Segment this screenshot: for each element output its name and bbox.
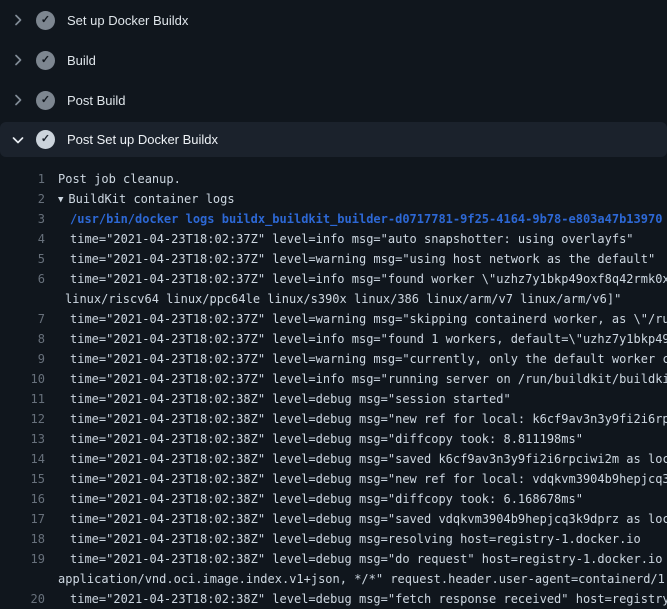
step-label: Build — [67, 53, 96, 68]
check-circle-icon: ✓ — [36, 51, 55, 70]
log-text: time="2021-04-23T18:02:37Z" level=info m… — [45, 369, 667, 389]
step-label: Post Build — [67, 93, 126, 108]
log-text: time="2021-04-23T18:02:38Z" level=debug … — [45, 509, 667, 529]
log-text: time="2021-04-23T18:02:38Z" level=debug … — [45, 489, 667, 509]
step-header[interactable]: ✓ Build — [0, 40, 667, 80]
line-number[interactable]: 11 — [0, 389, 45, 409]
log-row: 19 time="2021-04-23T18:02:38Z" level=deb… — [0, 549, 667, 569]
log-row: 16 time="2021-04-23T18:02:38Z" level=deb… — [0, 489, 667, 509]
log-text: time="2021-04-23T18:02:37Z" level=warnin… — [45, 309, 667, 329]
log-text: time="2021-04-23T18:02:38Z" level=debug … — [45, 589, 667, 609]
log-row: 10 time="2021-04-23T18:02:37Z" level=inf… — [0, 369, 667, 389]
log-row: 17 time="2021-04-23T18:02:38Z" level=deb… — [0, 509, 667, 529]
line-number[interactable]: 15 — [0, 469, 45, 489]
log-text: time="2021-04-23T18:02:38Z" level=debug … — [45, 549, 667, 569]
line-number[interactable]: 3 — [0, 209, 45, 229]
step-label: Post Set up Docker Buildx — [67, 132, 218, 147]
log-text: time="2021-04-23T18:02:38Z" level=debug … — [45, 529, 667, 549]
log-row: 13 time="2021-04-23T18:02:38Z" level=deb… — [0, 429, 667, 449]
log-text: Post job cleanup. — [45, 169, 667, 189]
line-number[interactable]: 7 — [0, 309, 45, 329]
line-number[interactable]: 4 — [0, 229, 45, 249]
line-number[interactable]: 16 — [0, 489, 45, 509]
line-number[interactable]: 2 — [0, 189, 45, 209]
log-row: linux/riscv64 linux/ppc64le linux/s390x … — [0, 289, 667, 309]
log-group-toggle[interactable]: ▼ BuildKit container logs — [45, 189, 667, 209]
check-mark: ✓ — [41, 95, 50, 106]
log-row: 14 time="2021-04-23T18:02:38Z" level=deb… — [0, 449, 667, 469]
log-pane: 1 Post job cleanup. 2 ▼ BuildKit containe… — [0, 160, 667, 609]
line-number[interactable]: 14 — [0, 449, 45, 469]
line-number[interactable]: 13 — [0, 429, 45, 449]
line-number[interactable]: 17 — [0, 509, 45, 529]
chevron-right-icon — [10, 52, 26, 68]
line-number[interactable]: 12 — [0, 409, 45, 429]
log-row: 12 time="2021-04-23T18:02:38Z" level=deb… — [0, 409, 667, 429]
actions-log-viewer: ✓ Set up Docker Buildx ✓ Build ✓ Post Bu… — [0, 0, 667, 609]
log-text: time="2021-04-23T18:02:38Z" level=debug … — [45, 429, 667, 449]
log-text: time="2021-04-23T18:02:37Z" level=info m… — [45, 329, 667, 349]
log-text: time="2021-04-23T18:02:37Z" level=info m… — [45, 229, 667, 249]
line-number[interactable]: 9 — [0, 349, 45, 369]
log-text: time="2021-04-23T18:02:38Z" level=debug … — [45, 449, 667, 469]
check-circle-icon: ✓ — [36, 11, 55, 30]
chevron-right-icon — [10, 92, 26, 108]
log-text: time="2021-04-23T18:02:37Z" level=info m… — [45, 269, 667, 289]
check-mark: ✓ — [41, 15, 50, 26]
log-row: 5 time="2021-04-23T18:02:37Z" level=warn… — [0, 249, 667, 269]
chevron-right-icon — [10, 12, 26, 28]
line-number[interactable] — [0, 289, 45, 309]
step-header[interactable]: ✓ Post Build — [0, 80, 667, 120]
line-number[interactable]: 6 — [0, 269, 45, 289]
log-row: 1 Post job cleanup. — [0, 169, 667, 189]
log-row: 6 time="2021-04-23T18:02:37Z" level=info… — [0, 269, 667, 289]
log-text: time="2021-04-23T18:02:37Z" level=warnin… — [45, 249, 667, 269]
log-row: 11 time="2021-04-23T18:02:38Z" level=deb… — [0, 389, 667, 409]
log-row: 3 /usr/bin/docker logs buildx_buildkit_b… — [0, 209, 667, 229]
log-text: time="2021-04-23T18:02:38Z" level=debug … — [45, 409, 667, 429]
log-row: 4 time="2021-04-23T18:02:37Z" level=info… — [0, 229, 667, 249]
log-group-label: BuildKit container logs — [68, 192, 234, 206]
log-row: 8 time="2021-04-23T18:02:37Z" level=info… — [0, 329, 667, 349]
log-text: time="2021-04-23T18:02:38Z" level=debug … — [45, 389, 667, 409]
log-row: 9 time="2021-04-23T18:02:37Z" level=warn… — [0, 349, 667, 369]
step-header[interactable]: ✓ Post Set up Docker Buildx — [0, 122, 667, 157]
line-number[interactable]: 1 — [0, 169, 45, 189]
line-number[interactable]: 20 — [0, 589, 45, 609]
log-row: 15 time="2021-04-23T18:02:38Z" level=deb… — [0, 469, 667, 489]
log-text: application/vnd.oci.image.index.v1+json,… — [45, 569, 667, 589]
triangle-down-icon: ▼ — [58, 190, 63, 209]
line-number[interactable]: 5 — [0, 249, 45, 269]
log-text: linux/riscv64 linux/ppc64le linux/s390x … — [45, 289, 667, 309]
log-row: 18 time="2021-04-23T18:02:38Z" level=deb… — [0, 529, 667, 549]
step-header[interactable]: ✓ Set up Docker Buildx — [0, 0, 667, 40]
check-mark: ✓ — [41, 55, 50, 66]
command-text: /usr/bin/docker logs buildx_buildkit_bui… — [45, 209, 667, 229]
log-row: 20 time="2021-04-23T18:02:38Z" level=deb… — [0, 589, 667, 609]
steps-list: ✓ Set up Docker Buildx ✓ Build ✓ Post Bu… — [0, 0, 667, 157]
check-circle-icon: ✓ — [36, 130, 55, 149]
check-circle-icon: ✓ — [36, 91, 55, 110]
line-number[interactable]: 8 — [0, 329, 45, 349]
log-row: application/vnd.oci.image.index.v1+json,… — [0, 569, 667, 589]
check-mark: ✓ — [41, 134, 50, 145]
line-number[interactable] — [0, 569, 45, 589]
log-text: time="2021-04-23T18:02:37Z" level=warnin… — [45, 349, 667, 369]
line-number[interactable]: 10 — [0, 369, 45, 389]
step-label: Set up Docker Buildx — [67, 13, 188, 28]
line-number[interactable]: 18 — [0, 529, 45, 549]
log-row: 2 ▼ BuildKit container logs — [0, 189, 667, 209]
log-text: time="2021-04-23T18:02:38Z" level=debug … — [45, 469, 667, 489]
log-row: 7 time="2021-04-23T18:02:37Z" level=warn… — [0, 309, 667, 329]
line-number[interactable]: 19 — [0, 549, 45, 569]
chevron-down-icon — [10, 132, 26, 148]
